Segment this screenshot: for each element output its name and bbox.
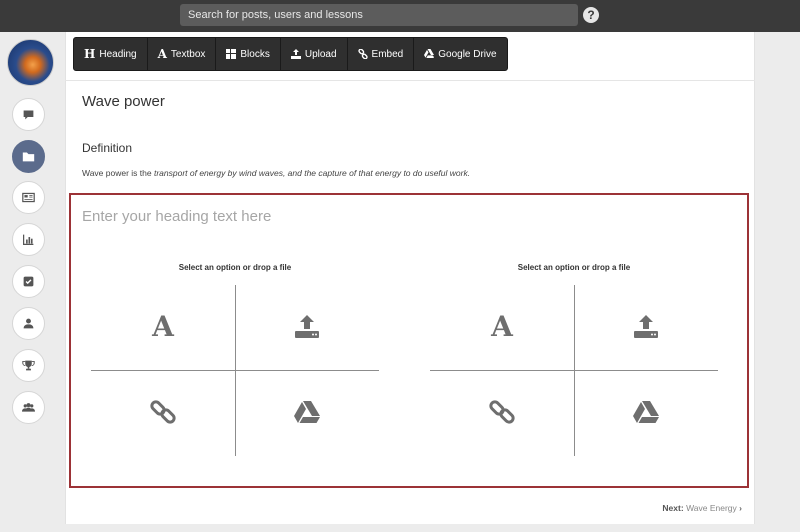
blocks-label: Blocks (240, 48, 270, 60)
textbox-label: Textbox (170, 48, 206, 60)
next-lesson-link[interactable]: Next: Wave Energy › (662, 503, 742, 513)
link-icon (150, 400, 176, 424)
google-drive-button[interactable]: Google Drive (414, 38, 506, 70)
upload-button[interactable]: Upload (281, 38, 348, 70)
text-a-icon: A (491, 309, 513, 343)
text-a-icon: A (152, 309, 174, 343)
heading-label: Heading (99, 48, 137, 60)
google-drive-label: Google Drive (438, 48, 497, 60)
blocks-icon (226, 49, 237, 59)
newspaper-icon (22, 192, 35, 203)
rail-chat-button[interactable] (12, 98, 45, 131)
top-bar: Search for posts, users and lessons ? (0, 0, 800, 32)
embed-button[interactable]: Embed (348, 38, 415, 70)
right-textbox-option[interactable]: A (477, 306, 527, 346)
upload-icon (290, 49, 301, 59)
chevron-right-icon: › (739, 503, 742, 513)
definition-heading: Definition (82, 141, 133, 155)
textbox-button[interactable]: A Textbox (148, 38, 217, 70)
next-label: Next: (662, 503, 684, 513)
upload-icon (634, 315, 658, 338)
rail-stats-button[interactable] (12, 223, 45, 256)
checkbox-icon (23, 276, 34, 287)
right-panel-vdivider (574, 285, 575, 456)
left-panel-vdivider (235, 285, 236, 456)
rail-groups-button[interactable] (12, 391, 45, 424)
header-divider (65, 80, 755, 81)
left-textbox-option[interactable]: A (138, 306, 188, 346)
right-embed-option[interactable] (477, 392, 527, 432)
google-drive-icon (294, 401, 320, 423)
rail-folder-button[interactable] (12, 140, 45, 173)
upload-icon (295, 315, 319, 338)
blocks-button[interactable]: Blocks (216, 38, 281, 70)
heading-input[interactable]: Enter your heading text here (82, 208, 271, 225)
rail-tasks-button[interactable] (12, 265, 45, 298)
left-panel-title: Select an option or drop a file (178, 263, 292, 272)
definition-prefix: Wave power is the (82, 168, 154, 178)
user-icon (23, 318, 34, 329)
textbox-icon: A (157, 47, 167, 61)
next-target: Wave Energy (686, 503, 737, 513)
upload-label: Upload (304, 48, 337, 60)
search-input[interactable]: Search for posts, users and lessons (180, 4, 578, 26)
right-upload-option[interactable] (621, 306, 671, 346)
page-title: Wave power (82, 93, 165, 110)
right-panel-title: Select an option or drop a file (517, 263, 631, 272)
rail-news-button[interactable] (12, 181, 45, 214)
definition-emphasis: transport of energy by wind waves, and t… (153, 168, 471, 178)
help-icon[interactable]: ? (583, 7, 599, 23)
bar-chart-icon (23, 234, 34, 245)
link-icon (489, 400, 515, 424)
heading-icon: H (84, 47, 96, 61)
definition-text: Wave power is the transport of energy by… (82, 168, 470, 178)
left-upload-option[interactable] (282, 306, 332, 346)
heading-button[interactable]: H Heading (74, 38, 148, 70)
left-drive-option[interactable] (282, 392, 332, 432)
google-drive-icon (424, 49, 435, 58)
chat-bubble-icon (23, 110, 34, 120)
left-embed-option[interactable] (138, 392, 188, 432)
group-icon (22, 403, 35, 412)
right-drive-option[interactable] (621, 392, 671, 432)
avatar[interactable] (7, 39, 54, 86)
embed-label: Embed (371, 48, 404, 60)
block-toolbar: H Heading A Textbox Blocks Upload Embed … (73, 37, 508, 71)
google-drive-icon (633, 401, 659, 423)
rail-profile-button[interactable] (12, 307, 45, 340)
trophy-icon (22, 360, 35, 371)
link-icon (357, 49, 368, 59)
rail-trophy-button[interactable] (12, 349, 45, 382)
folder-icon (22, 152, 35, 162)
